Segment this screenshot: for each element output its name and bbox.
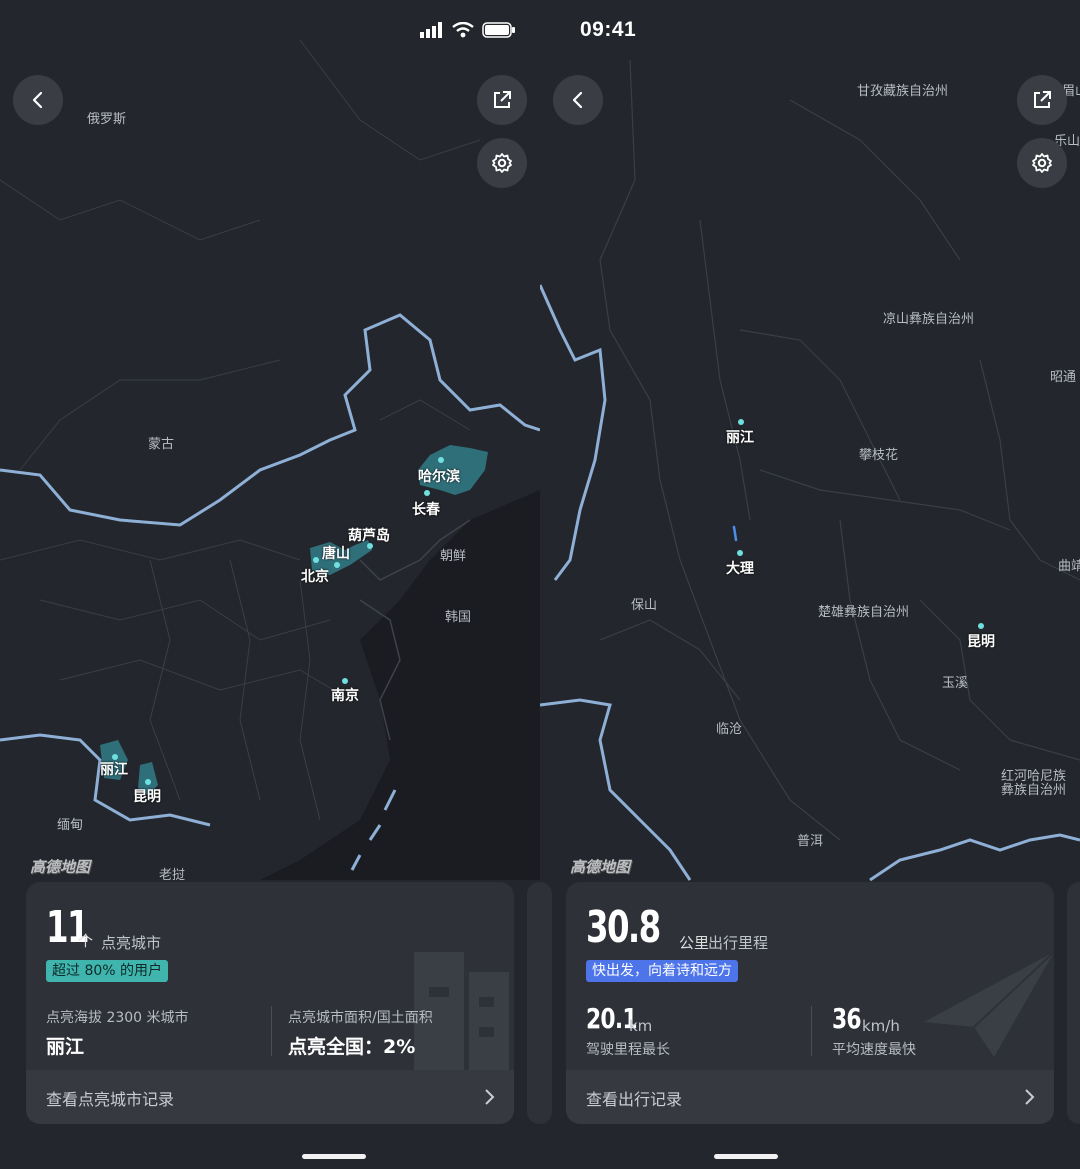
next-card-peek[interactable] [1067,882,1080,1124]
city-label-lijiang[interactable]: 丽江 [726,427,754,447]
map-label-myanmar: 缅甸 [57,818,84,833]
share-icon [494,91,511,108]
city-label-beijing[interactable]: 北京 [301,566,329,586]
lit-city-unit: 个 [78,932,94,950]
area-ratio-value: 点亮全国：2% [288,1036,416,1058]
battery-icon [482,22,515,38]
map-label-north-korea: 朝鲜 [440,549,467,564]
city-record-link-text: 查看点亮城市记录 [46,1090,175,1109]
city-record-link[interactable]: 查看点亮城市记录 [26,1070,514,1124]
city-label-kunming[interactable]: 昆明 [133,786,161,806]
map-label-chuxiong: 楚雄彝族自治州 [818,605,910,620]
city-label-dali[interactable]: 大理 [726,558,754,578]
signal-icon [420,22,442,38]
map-label-ganzi: 甘孜藏族自治州 [857,84,949,99]
amap-watermark: 高德地图 [30,858,91,876]
map-label-russia: 俄罗斯 [87,112,127,127]
avg-speed-value: 36 [832,1002,862,1035]
back-icon [32,91,43,109]
back-button[interactable] [13,75,63,125]
back-icon [572,91,583,109]
city-label-harbin[interactable]: 哈尔滨 [418,466,460,486]
longest-drive-label: 驾驶里程最长 [586,1042,670,1058]
back-button[interactable] [553,75,603,125]
map-label-qujing: 曲靖 [1058,559,1080,574]
home-indicator [714,1154,778,1159]
city-lights-card[interactable]: 11 个 点亮城市 超过 80% 的用户 点亮海拔 2300 米城市 丽江 点亮… [26,882,514,1124]
city-label-kunming[interactable]: 昆明 [967,631,995,651]
map-label-panzhihua: 攀枝花 [859,448,899,463]
settings-icon [1032,153,1052,173]
map-label-liangshan: 凉山彝族自治州 [883,312,975,327]
home-indicator [302,1154,366,1159]
map-label-yuxi: 玉溪 [942,676,969,691]
wifi-icon [452,22,474,38]
travel-record-link[interactable]: 查看出行记录 [566,1070,1054,1124]
avg-speed-unit: km/h [862,1017,900,1035]
map-label-south-korea: 韩国 [445,610,472,625]
city-label-huludao[interactable]: 葫芦岛 [348,525,390,545]
motto-badge: 快出发，向着诗和远方 [586,960,738,982]
city-label-lijiang[interactable]: 丽江 [100,759,128,779]
city-label-tangshan[interactable]: 唐山 [322,543,350,563]
stat-divider [271,1006,272,1056]
travel-distance-panel: 甘孜藏族自治州 乐山 眉山 凉山彝族自治州 昭通 攀枝花 保山 楚雄彝族自治州 … [540,0,1080,1169]
settings-button[interactable] [1017,138,1067,188]
map-label-zhaotong: 昭通 [1050,370,1077,385]
travel-distance-label: 出行里程 [708,934,769,952]
altitude-city-value: 丽江 [46,1036,85,1058]
map-label-mongolia: 蒙古 [148,437,175,452]
travel-record-link-text: 查看出行记录 [586,1090,683,1109]
travel-distance-card[interactable]: 30.8 公里 出行里程 快出发，向着诗和远方 20.1 km 驾驶里程最长 3… [566,882,1054,1124]
city-label-changchun[interactable]: 长春 [412,499,440,519]
altitude-city-label: 点亮海拔 2300 米城市 [46,1010,189,1026]
status-time: 09:41 [580,18,637,41]
map-label-puer: 普洱 [797,834,824,849]
share-icon [1034,91,1051,108]
settings-button[interactable] [477,138,527,188]
city-label-nanjing[interactable]: 南京 [331,685,359,705]
map-label-lincang: 临沧 [716,722,743,737]
map-label-baoshan: 保山 [631,598,658,613]
city-lights-panel: 俄罗斯 蒙古 朝鲜 韩国 缅甸 老挝 哈尔滨 长春 葫芦岛 唐山 北京 南京 丽… [0,0,540,1169]
settings-icon [492,153,512,173]
percentile-badge: 超过 80% 的用户 [46,960,169,982]
travel-distance-unit: 公里 [679,934,710,952]
travel-distance-value: 30.8 [586,902,661,953]
chevron-right-icon [485,1089,495,1105]
map-label-laos: 老挝 [159,868,186,883]
map-label-honghe-line2: 彝族自治州 [1001,783,1067,798]
longest-drive-unit: km [629,1017,653,1035]
next-card-peek[interactable] [527,882,540,1124]
status-bar-icons [420,22,516,38]
chevron-right-icon [1025,1089,1035,1105]
amap-watermark: 高德地图 [570,858,631,876]
stat-divider [811,1006,812,1056]
share-button[interactable] [1017,75,1067,125]
area-ratio-label: 点亮城市面积/国土面积 [288,1010,433,1026]
share-button[interactable] [477,75,527,125]
avg-speed-label: 平均速度最快 [832,1042,916,1058]
prev-card-peek[interactable] [540,882,552,1124]
paper-plane-icon [924,951,1054,1057]
lit-city-label: 点亮城市 [101,934,162,952]
